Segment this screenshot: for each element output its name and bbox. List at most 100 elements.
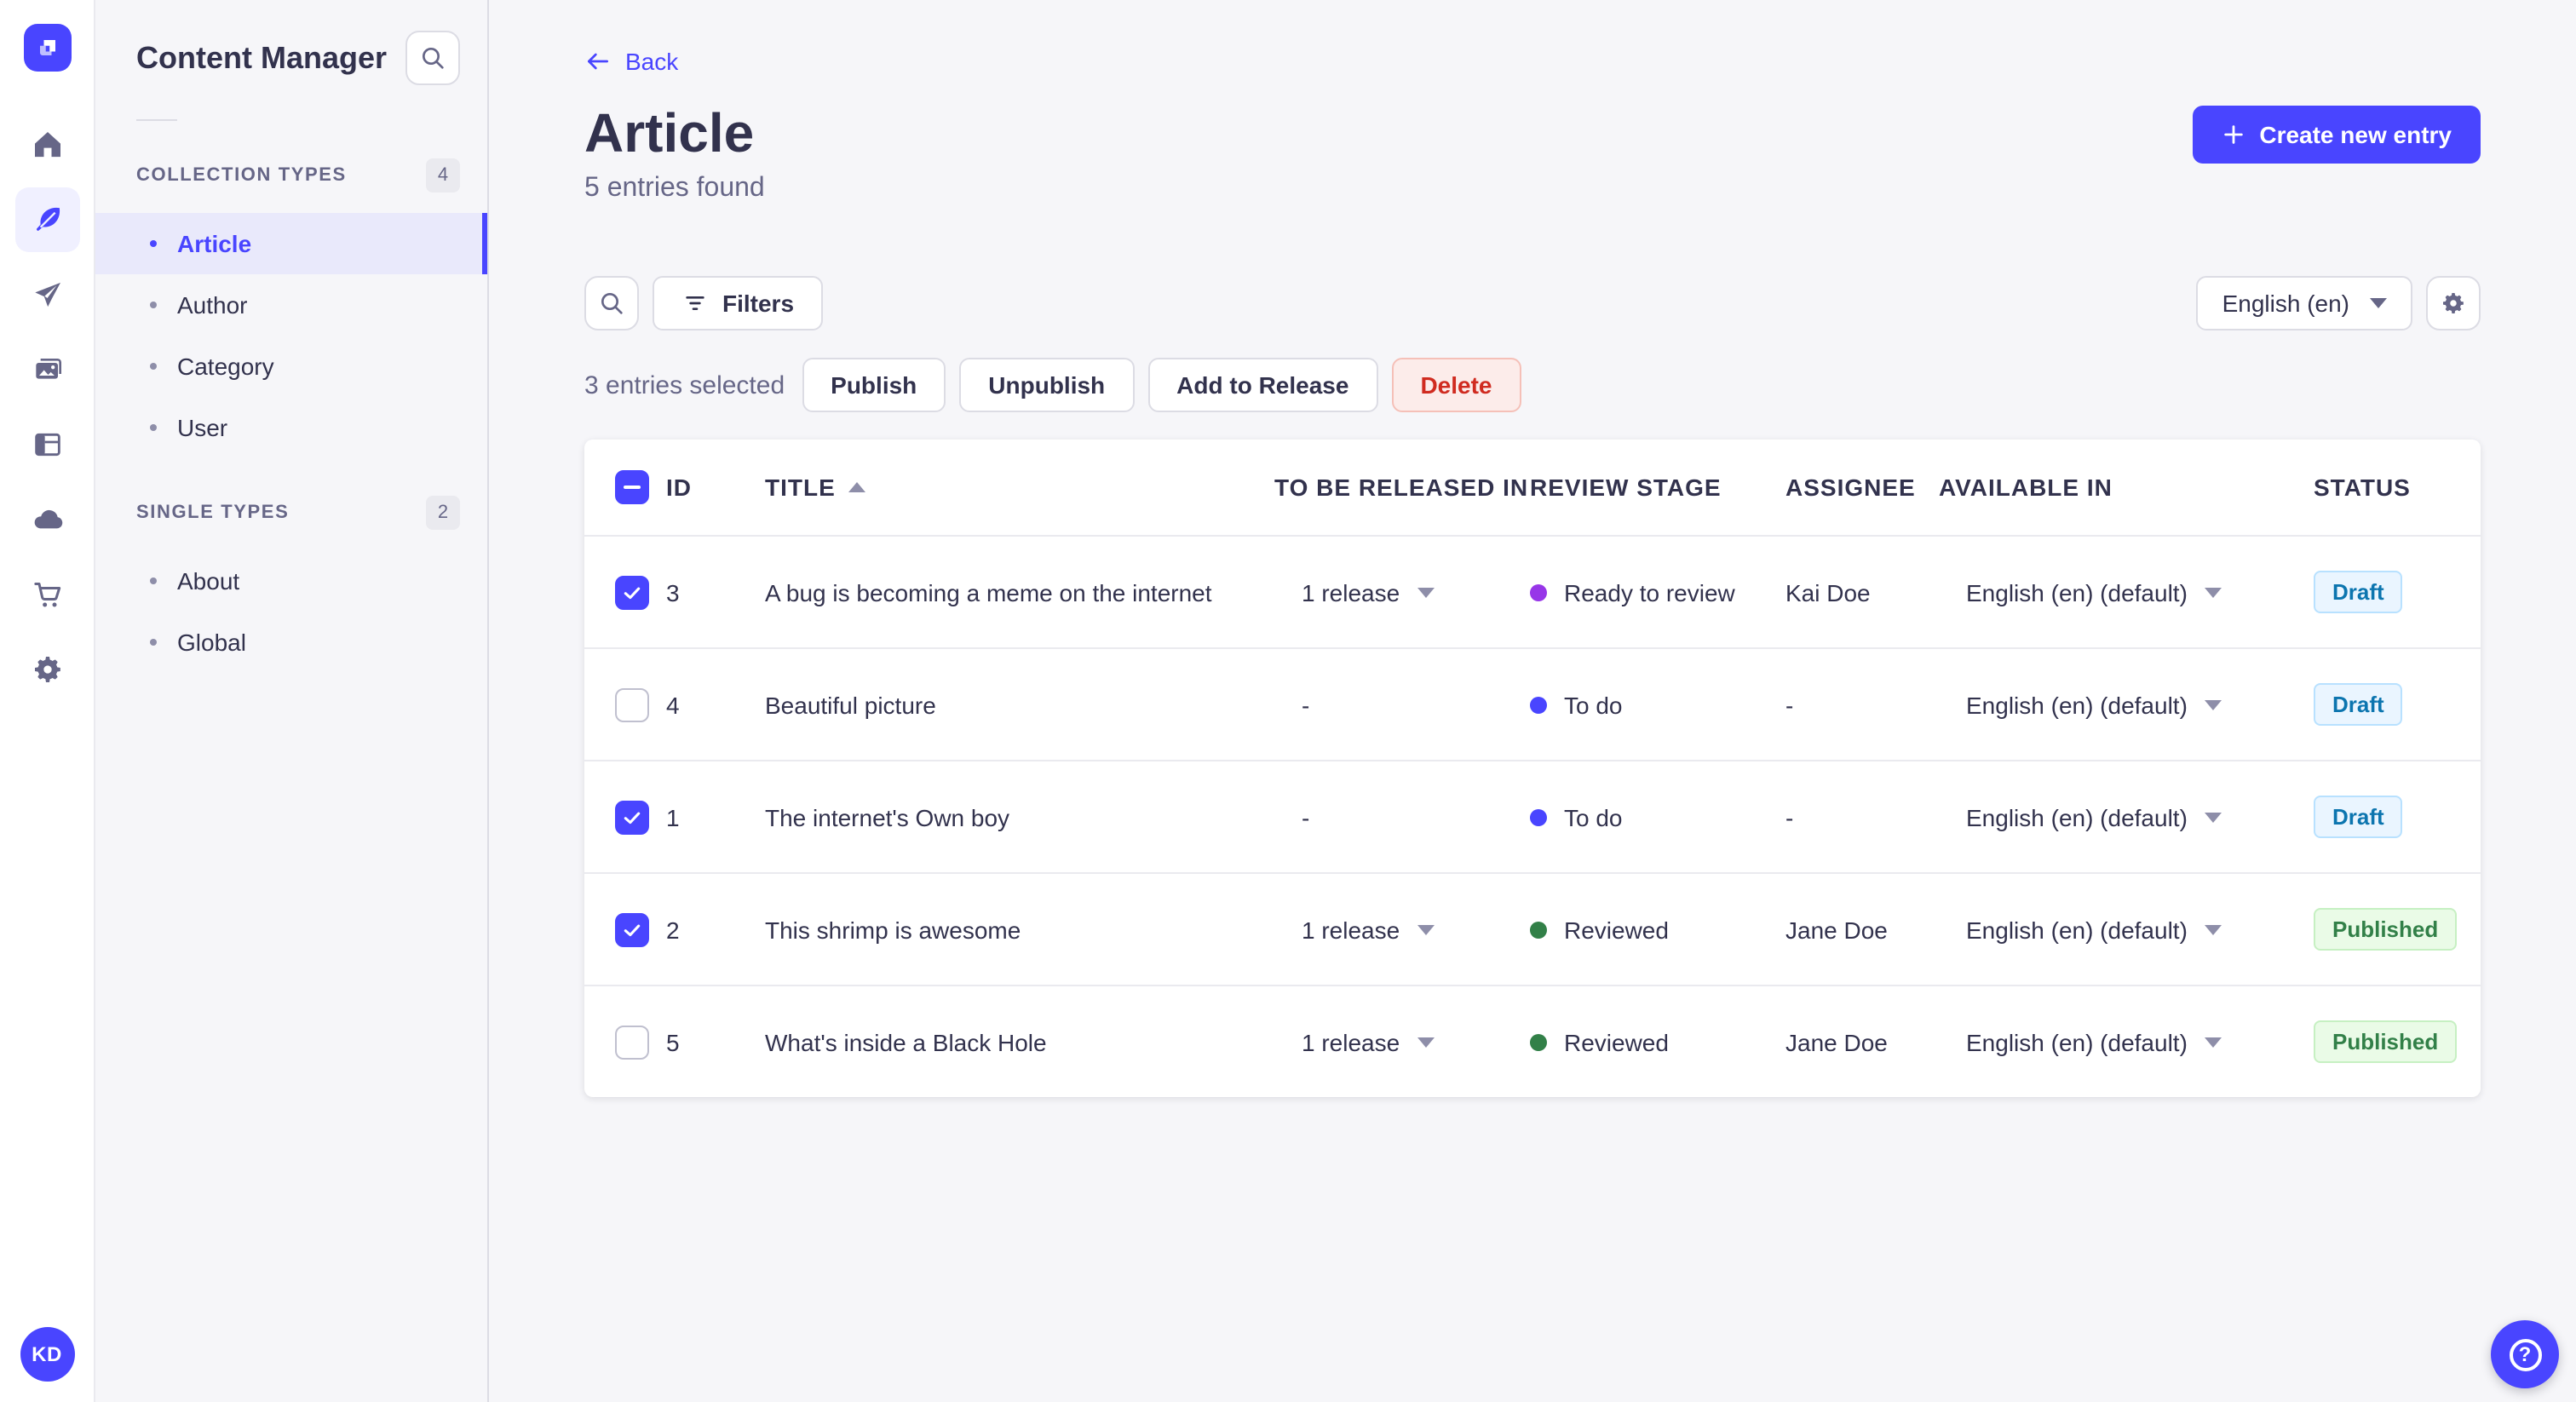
- avatar[interactable]: KD: [20, 1327, 74, 1382]
- sidebar-item-about[interactable]: About: [95, 550, 487, 612]
- sidebar-item-article[interactable]: Article: [95, 213, 487, 274]
- locale-select[interactable]: English (en): [2196, 276, 2412, 330]
- sidebar-item-global[interactable]: Global: [95, 612, 487, 673]
- entries-count: 5 entries found: [584, 174, 765, 203]
- question-mark-icon: ?: [2509, 1338, 2541, 1370]
- unpublish-button[interactable]: Unpublish: [959, 358, 1135, 412]
- locale-dropdown[interactable]: English (en) (default): [1939, 578, 2314, 606]
- table-row[interactable]: 4 Beautiful picture - To do - English (e…: [584, 649, 2481, 761]
- check-icon: [624, 923, 641, 936]
- status-badge: Published: [2314, 1020, 2458, 1063]
- locale-label: English (en) (default): [1966, 916, 2188, 943]
- releases-paper-plane-icon[interactable]: [14, 262, 79, 327]
- table-row[interactable]: 1 The internet's Own boy - To do - Engli…: [584, 761, 2481, 874]
- locale-dropdown[interactable]: English (en) (default): [1939, 916, 2314, 943]
- entry-id: 1: [666, 803, 680, 830]
- select-all-checkbox[interactable]: [615, 470, 649, 504]
- chevron-down-icon: [2204, 587, 2222, 597]
- sidebar-item-user[interactable]: User: [95, 397, 487, 458]
- chevron-down-icon: [2370, 298, 2387, 308]
- row-checkbox[interactable]: [615, 800, 649, 834]
- stage-label: Reviewed: [1564, 1028, 1669, 1055]
- stage-dot: [1530, 1033, 1547, 1050]
- search-icon: [601, 293, 623, 314]
- bullet-icon: [150, 639, 157, 646]
- publish-button[interactable]: Publish: [802, 358, 946, 412]
- help-button[interactable]: ?: [2491, 1320, 2559, 1388]
- back-label: Back: [625, 48, 679, 75]
- locale-label: English (en) (default): [1966, 691, 2188, 718]
- locale-dropdown[interactable]: English (en) (default): [1939, 691, 2314, 718]
- table-row[interactable]: 5 What's inside a Black Hole 1 release R…: [584, 986, 2481, 1097]
- stage-label: Ready to review: [1564, 578, 1735, 606]
- column-header-status: STATUS: [2314, 474, 2411, 501]
- create-new-entry-label: Create new entry: [2259, 120, 2452, 147]
- release-label: 1 release: [1302, 916, 1400, 943]
- delete-button[interactable]: Delete: [1391, 358, 1521, 412]
- entry-title: A bug is becoming a meme on the internet: [765, 578, 1212, 606]
- entry-title: This shrimp is awesome: [765, 916, 1021, 943]
- gear-icon: [2443, 293, 2464, 313]
- sidebar-item-label: Global: [177, 629, 246, 656]
- home-icon[interactable]: [14, 112, 79, 177]
- toolbar: Filters English (en): [584, 276, 2481, 330]
- media-library-icon[interactable]: [14, 337, 79, 402]
- viewport: KD Content Manager COLLECTION TYPES 4 Ar…: [0, 0, 2576, 1402]
- entry-id: 2: [666, 916, 680, 943]
- settings-gear-icon[interactable]: [14, 637, 79, 702]
- sidebar-item-category[interactable]: Category: [95, 336, 487, 397]
- locale-dropdown[interactable]: English (en) (default): [1939, 803, 2314, 830]
- strapi-logo-icon[interactable]: [23, 24, 71, 72]
- entry-title: What's inside a Black Hole: [765, 1028, 1047, 1055]
- search-button[interactable]: [584, 276, 639, 330]
- bullet-icon: [150, 302, 157, 308]
- chevron-down-icon: [2204, 699, 2222, 710]
- marketplace-cart-icon[interactable]: [14, 562, 79, 627]
- chevron-down-icon: [1417, 924, 1435, 934]
- release-label: -: [1302, 803, 1310, 830]
- view-settings-button[interactable]: [2426, 276, 2481, 330]
- check-icon: [624, 586, 641, 599]
- locale-selected-label: English (en): [2222, 290, 2349, 317]
- stage-dot: [1530, 921, 1547, 938]
- assignee: Jane Doe: [1785, 1028, 1888, 1055]
- sidebar-item-label: Author: [177, 291, 248, 319]
- section-count-badge: 4: [426, 158, 460, 192]
- filters-button[interactable]: Filters: [653, 276, 824, 330]
- chevron-down-icon: [2204, 812, 2222, 822]
- check-icon: [624, 811, 641, 824]
- table-row[interactable]: 3 A bug is becoming a meme on the intern…: [584, 537, 2481, 649]
- bullet-icon: [150, 577, 157, 584]
- locale-label: English (en) (default): [1966, 1028, 2188, 1055]
- release-dropdown[interactable]: 1 release: [1274, 578, 1530, 606]
- row-checkbox[interactable]: [615, 687, 649, 721]
- create-new-entry-button[interactable]: Create new entry: [2193, 105, 2481, 163]
- sort-asc-icon: [848, 482, 866, 492]
- entry-title: The internet's Own boy: [765, 803, 1010, 830]
- release-dropdown[interactable]: -: [1274, 691, 1530, 718]
- column-header-title[interactable]: TITLE: [765, 474, 1274, 501]
- row-checkbox[interactable]: [615, 575, 649, 609]
- section-label: COLLECTION TYPES: [136, 165, 347, 186]
- single-types-section: SINGLE TYPES 2 About Global: [95, 496, 487, 673]
- add-to-release-button[interactable]: Add to Release: [1147, 358, 1378, 412]
- row-checkbox[interactable]: [615, 912, 649, 946]
- row-checkbox[interactable]: [615, 1025, 649, 1059]
- locale-dropdown[interactable]: English (en) (default): [1939, 1028, 2314, 1055]
- chevron-down-icon: [2204, 924, 2222, 934]
- release-dropdown[interactable]: 1 release: [1274, 916, 1530, 943]
- back-link[interactable]: Back: [584, 48, 678, 75]
- selection-summary: 3 entries selected: [584, 371, 785, 399]
- entry-id: 4: [666, 691, 680, 718]
- status-badge: Draft: [2314, 796, 2403, 838]
- sidebar-search-button[interactable]: [405, 31, 460, 85]
- sidebar-item-label: Category: [177, 353, 274, 380]
- release-dropdown[interactable]: -: [1274, 803, 1530, 830]
- content-type-builder-icon[interactable]: [14, 412, 79, 477]
- sidebar-item-author[interactable]: Author: [95, 274, 487, 336]
- cloud-icon[interactable]: [14, 487, 79, 552]
- release-dropdown[interactable]: 1 release: [1274, 1028, 1530, 1055]
- column-header-to-be-released-in: TO BE RELEASED IN: [1274, 474, 1529, 501]
- table-row[interactable]: 2 This shrimp is awesome 1 release Revie…: [584, 874, 2481, 986]
- content-manager-feather-icon[interactable]: [14, 187, 79, 252]
